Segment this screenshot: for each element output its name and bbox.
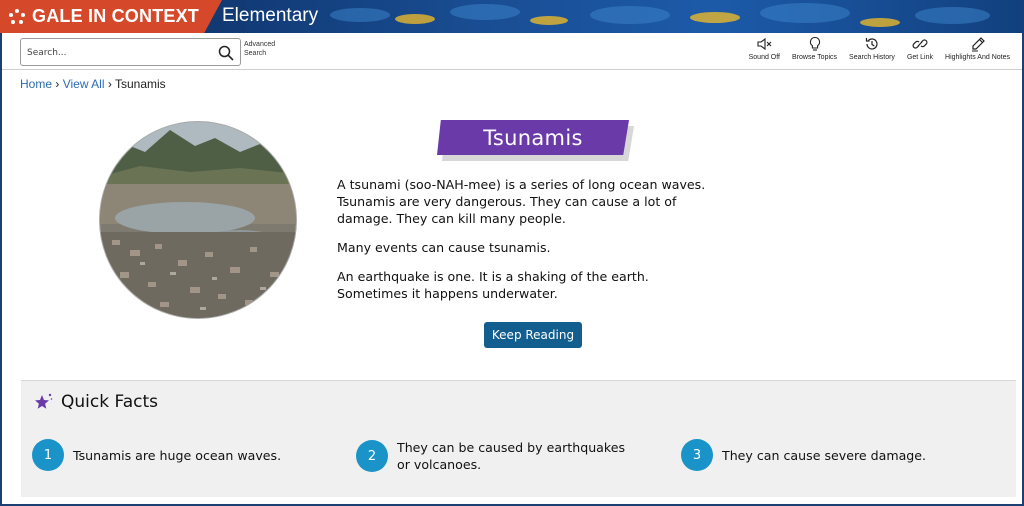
banner-fish-decoration (590, 6, 670, 24)
lightbulb-icon (809, 36, 820, 51)
quick-fact-item: 2 They can be caused by earthquakes or v… (356, 439, 627, 473)
quick-fact-item: 3 They can cause severe damage. (681, 439, 962, 471)
search-history-button[interactable]: Search History (843, 36, 901, 61)
search-input[interactable] (27, 44, 212, 62)
article-summary: A tsunami (soo-NAH-mee) is a series of l… (337, 176, 717, 314)
breadcrumb-home[interactable]: Home (20, 77, 52, 91)
top-banner: GALE IN CONTEXT Elementary (0, 0, 1024, 33)
quick-fact-item: 1 Tsunamis are huge ocean waves. (32, 439, 313, 471)
advanced-search-link[interactable]: Advanced Search (244, 40, 275, 58)
quick-facts-header: Quick Facts (33, 392, 158, 412)
article-paragraph: An earthquake is one. It is a shaking of… (337, 269, 649, 301)
highlights-and-notes-button[interactable]: Highlights And Notes (939, 36, 1016, 61)
fact-number-badge: 1 (32, 439, 64, 471)
breadcrumb-separator: › (107, 77, 112, 91)
brand-name: GALE IN CONTEXT (32, 6, 200, 26)
fact-text: They can cause severe damage. (722, 447, 927, 463)
banner-fish-decoration (860, 18, 900, 27)
banner-fish-decoration (395, 14, 435, 24)
history-icon (865, 38, 878, 50)
browse-topics-label: Browse Topics (792, 54, 838, 61)
fact-number-badge: 3 (681, 439, 713, 471)
search-box (20, 38, 241, 66)
sound-off-button[interactable]: Sound Off (743, 36, 786, 61)
banner-fish-decoration (330, 8, 390, 22)
search-history-label: Search History (849, 54, 895, 61)
tool-buttons: Sound Off Browse Topics Search History G… (743, 36, 1016, 61)
product-name: Elementary (222, 5, 319, 26)
breadcrumb-view-all[interactable]: View All (63, 77, 105, 91)
sound-off-icon (757, 37, 772, 51)
banner-fish-decoration (760, 3, 850, 23)
banner-fish-decoration (690, 12, 740, 23)
fact-text: Tsunamis are huge ocean waves. (73, 447, 282, 463)
topic-image (99, 121, 297, 319)
advanced-search-label: Search (244, 50, 267, 57)
quick-facts-panel: Quick Facts 1 Tsunamis are huge ocean wa… (21, 380, 1016, 497)
article-title-plate: Tsunamis (437, 120, 629, 155)
fact-number-badge: 2 (356, 440, 388, 472)
article-paragraph: Many events can cause tsunamis. (337, 240, 551, 255)
fact-text: They can be caused by earthquakes or vol… (397, 440, 626, 472)
highlights-and-notes-label: Highlights And Notes (945, 54, 1010, 61)
get-link-label: Get Link (906, 54, 934, 61)
banner-fish-decoration (915, 7, 990, 24)
get-link-button[interactable]: Get Link (901, 36, 939, 61)
banner-fish-decoration (530, 16, 568, 25)
quick-facts-heading: Quick Facts (61, 392, 158, 412)
banner-fish-decoration (450, 4, 520, 20)
breadcrumb: Home › View All › Tsunamis (20, 77, 166, 91)
article-title: Tsunamis (483, 125, 583, 150)
link-icon (912, 39, 928, 49)
star-icon (35, 393, 53, 409)
search-icon[interactable] (218, 45, 234, 61)
breadcrumb-separator: › (55, 77, 60, 91)
keep-reading-button[interactable]: Keep Reading (484, 322, 582, 348)
brand-logo[interactable]: GALE IN CONTEXT (0, 0, 222, 33)
advanced-search-label: Advanced (244, 41, 276, 48)
gale-logo-icon (9, 8, 25, 24)
toolbar: Advanced Search Sound Off Browse Topics (2, 33, 1022, 70)
pencil-icon (971, 37, 985, 52)
article-paragraph: A tsunami (soo-NAH-mee) is a series of l… (337, 177, 706, 226)
sound-off-label: Sound Off (748, 54, 781, 61)
breadcrumb-current: Tsunamis (114, 77, 166, 91)
browse-topics-button[interactable]: Browse Topics (786, 36, 843, 61)
